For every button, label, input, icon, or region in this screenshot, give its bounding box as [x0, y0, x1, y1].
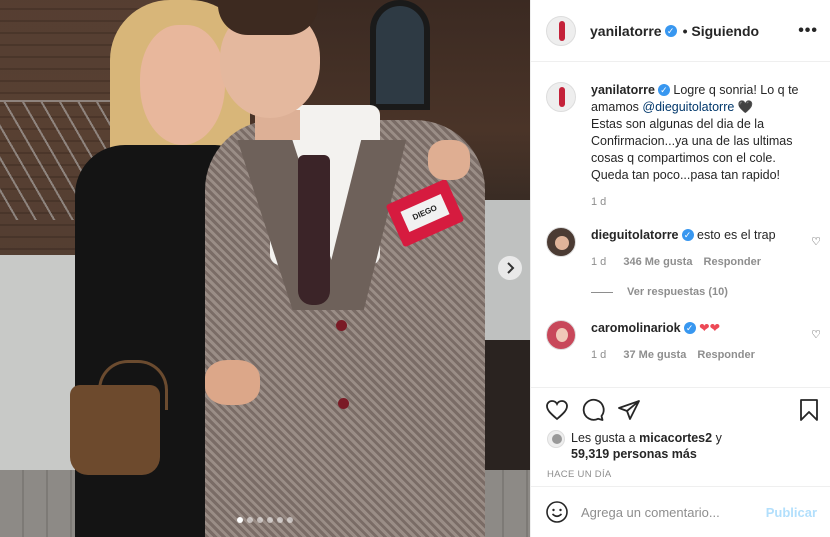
carousel-dot — [287, 517, 293, 523]
comment-text: esto es el trap — [697, 228, 776, 242]
woman-hand — [205, 360, 260, 405]
post-username[interactable]: yanilatorre — [590, 23, 662, 39]
avatar[interactable] — [546, 227, 576, 257]
comment-likes[interactable]: 346 Me gusta — [623, 256, 692, 268]
boy-tie — [298, 155, 330, 305]
comment-time[interactable]: 1 d — [591, 349, 606, 361]
woman-face — [140, 25, 225, 145]
comment-time[interactable]: 1 d — [591, 256, 606, 268]
black-heart-emoji: 🖤 — [737, 100, 754, 114]
reply-button[interactable]: Responder — [697, 349, 754, 361]
comment-icon[interactable] — [581, 398, 605, 422]
caption-mention[interactable]: @dieguitolatorre — [642, 100, 734, 114]
jacket-button — [338, 398, 349, 409]
caption-text-after: Estas son algunas del dia de la Confirma… — [591, 117, 793, 182]
view-replies-button[interactable]: Ver respuestas (10) — [591, 286, 728, 298]
woman-hand-shoulder — [428, 140, 470, 180]
verified-icon: ✓ — [657, 84, 670, 96]
heart-icon[interactable]: ♡ — [811, 328, 821, 341]
arched-window — [370, 0, 430, 110]
likes-count[interactable]: 59,319 personas más — [571, 447, 697, 461]
bookmark-icon[interactable] — [797, 398, 821, 422]
avatar[interactable] — [546, 320, 576, 350]
verified-icon: ✓ — [683, 322, 696, 334]
more-options-icon[interactable]: ••• — [798, 22, 818, 40]
jacket-button — [336, 320, 347, 331]
caption-username[interactable]: yanilatorre — [591, 83, 655, 97]
comment-text: ❤❤ — [699, 321, 721, 335]
comment-item: caromolinariok ✓ ❤❤ 1 d 37 Me gusta Respo… — [546, 320, 821, 364]
post-header: yanilatorre ✓ • Siguiendo ••• — [531, 0, 830, 62]
publish-button[interactable]: Publicar — [766, 505, 817, 520]
name-tag-text: DIEGO — [400, 194, 450, 232]
emoji-icon[interactable] — [545, 500, 569, 524]
comment-likes[interactable]: 37 Me gusta — [623, 349, 686, 361]
comment-composer: Publicar — [531, 486, 830, 537]
heart-icon[interactable] — [545, 398, 569, 422]
comment-username[interactable]: caromolinariok — [591, 321, 681, 335]
carousel-dot — [247, 517, 253, 523]
comment-input[interactable] — [581, 504, 766, 520]
carousel-dot — [277, 517, 283, 523]
likes-suffix: y — [715, 431, 722, 445]
carousel-dot — [257, 517, 263, 523]
avatar[interactable] — [546, 15, 576, 46]
likes-user[interactable]: micacortes2 — [639, 431, 712, 445]
comment-item: dieguitolatorre ✓ esto es el trap 1 d 346… — [546, 227, 821, 271]
share-icon[interactable] — [617, 398, 641, 422]
carousel-dot — [237, 517, 243, 523]
reply-button[interactable]: Responder — [704, 256, 761, 268]
caption-time[interactable]: 1 d — [591, 196, 606, 208]
handbag — [70, 385, 160, 475]
verified-icon: ✓ — [664, 24, 677, 37]
avatar[interactable] — [546, 82, 576, 112]
chevron-right-icon — [507, 262, 515, 274]
carousel-dot — [267, 517, 273, 523]
post-photo[interactable]: DIEGO — [0, 0, 530, 537]
post-sidebar: yanilatorre ✓ • Siguiendo ••• yanilatorr… — [530, 0, 830, 537]
verified-icon: ✓ — [681, 229, 694, 241]
comment-username[interactable]: dieguitolatorre — [591, 228, 679, 242]
heart-icon[interactable]: ♡ — [811, 235, 821, 248]
follow-status[interactable]: • Siguiendo — [683, 23, 759, 39]
next-photo-button[interactable] — [498, 256, 522, 280]
post-timestamp[interactable]: HACE UN DÍA — [547, 469, 612, 480]
likes-summary: Les gusta a micacortes2 y 59,319 persona… — [547, 430, 722, 462]
likes-prefix: Les gusta a — [571, 431, 636, 445]
boy-hair — [218, 0, 318, 35]
caption: yanilatorre ✓ Logre q sonria! Lo q te ama… — [546, 82, 821, 211]
carousel-indicator — [0, 517, 530, 523]
comments-section: yanilatorre ✓ Logre q sonria! Lo q te ama… — [531, 62, 830, 387]
action-bar: Les gusta a micacortes2 y 59,319 persona… — [531, 387, 830, 493]
avatar[interactable] — [547, 430, 565, 448]
